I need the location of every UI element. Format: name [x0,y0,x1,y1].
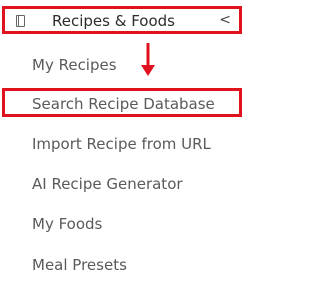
menu-item-meal-presets[interactable]: Meal Presets [32,256,127,274]
highlight-box [2,88,242,117]
menu-item-import-recipe-from-url[interactable]: Import Recipe from URL [32,135,211,153]
menu-item-ai-recipe-generator[interactable]: AI Recipe Generator [32,175,183,193]
recipes-submenu: My Recipes Search Recipe Database Import… [0,0,248,287]
menu-item-my-foods[interactable]: My Foods [32,215,102,233]
menu-item-my-recipes[interactable]: My Recipes [32,56,117,74]
